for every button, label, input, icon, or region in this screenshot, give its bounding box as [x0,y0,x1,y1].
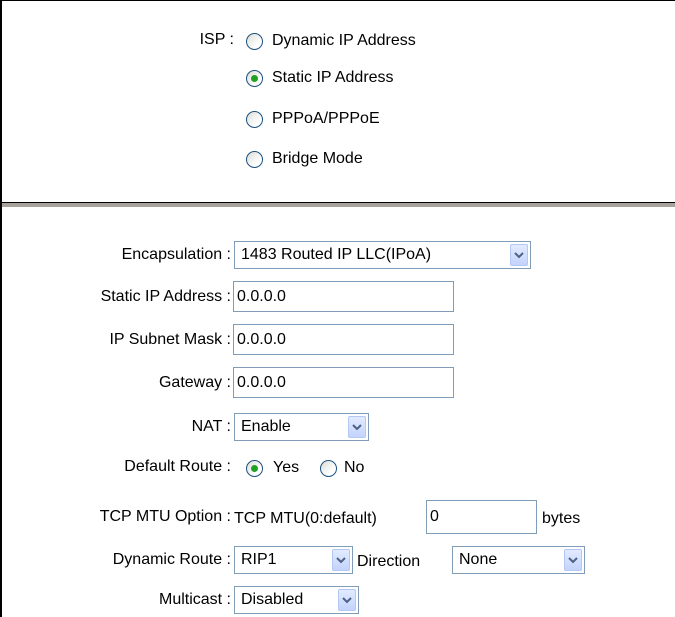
default-route-no[interactable]: No [320,459,364,477]
panel-top-border [0,0,675,1]
static-ip-label: Static IP Address [272,69,394,86]
tcp-mtu-option-label: TCP MTU Option : [99,508,231,525]
dynamic-route-label: Dynamic Route : [112,551,231,568]
nat-value: Enable [241,418,291,435]
chevron-down-icon[interactable] [510,244,528,266]
tcp-mtu-unit: bytes [542,510,581,527]
default-route-no-label: No [344,459,365,476]
bridge-mode-label: Bridge Mode [272,150,363,167]
isp-label: ISP : [199,31,234,48]
pppoe-radio[interactable] [246,110,263,128]
dynamic-ip-radio[interactable] [246,32,263,50]
encapsulation-select[interactable]: 1483 Routed IP LLC(IPoA) [234,241,531,269]
pppoe-label: PPPoA/PPPoE [272,110,380,127]
default-route-yes-label: Yes [273,459,300,476]
isp-option-bridge[interactable]: Bridge Mode [246,150,363,168]
multicast-value: Disabled [241,591,304,608]
isp-option-static[interactable]: Static IP Address [246,69,394,87]
default-route-no-radio[interactable] [320,459,337,477]
direction-value: None [459,551,498,568]
static-ip-radio[interactable] [246,69,263,87]
multicast-select[interactable]: Disabled [234,586,359,614]
multicast-label: Multicast : [158,591,231,608]
nat-select[interactable]: Enable [234,413,369,441]
chevron-down-icon[interactable] [338,589,356,611]
section-divider [2,203,675,207]
isp-option-pppoe[interactable]: PPPoA/PPPoE [246,110,380,128]
isp-option-dynamic[interactable]: Dynamic IP Address [246,32,416,50]
panel-left-border [0,0,2,617]
bridge-mode-radio[interactable] [246,150,263,168]
direction-label: Direction [357,553,421,570]
encapsulation-value: 1483 Routed IP LLC(IPoA) [241,246,432,263]
subnet-mask-input[interactable] [233,324,454,355]
direction-select[interactable]: None [452,546,585,574]
chevron-down-icon[interactable] [332,549,350,571]
dynamic-route-select[interactable]: RIP1 [234,546,353,574]
static-ip-address-input[interactable] [233,281,454,312]
tcp-mtu-prefix: TCP MTU(0:default) [234,510,377,527]
dynamic-route-value: RIP1 [241,551,277,568]
chevron-down-icon[interactable] [564,549,582,571]
static-ip-address-label: Static IP Address : [100,288,231,305]
nat-label: NAT : [191,418,231,435]
chevron-down-icon[interactable] [348,416,366,438]
dynamic-ip-label: Dynamic IP Address [272,32,416,49]
default-route-yes-radio[interactable] [246,459,263,477]
gateway-input[interactable] [233,367,454,398]
default-route-label: Default Route : [124,458,231,475]
default-route-yes[interactable]: Yes [246,459,299,477]
tcp-mtu-input[interactable] [426,500,537,534]
encapsulation-label: Encapsulation : [121,246,231,263]
gateway-label: Gateway : [158,374,231,391]
subnet-mask-label: IP Subnet Mask : [109,331,231,348]
